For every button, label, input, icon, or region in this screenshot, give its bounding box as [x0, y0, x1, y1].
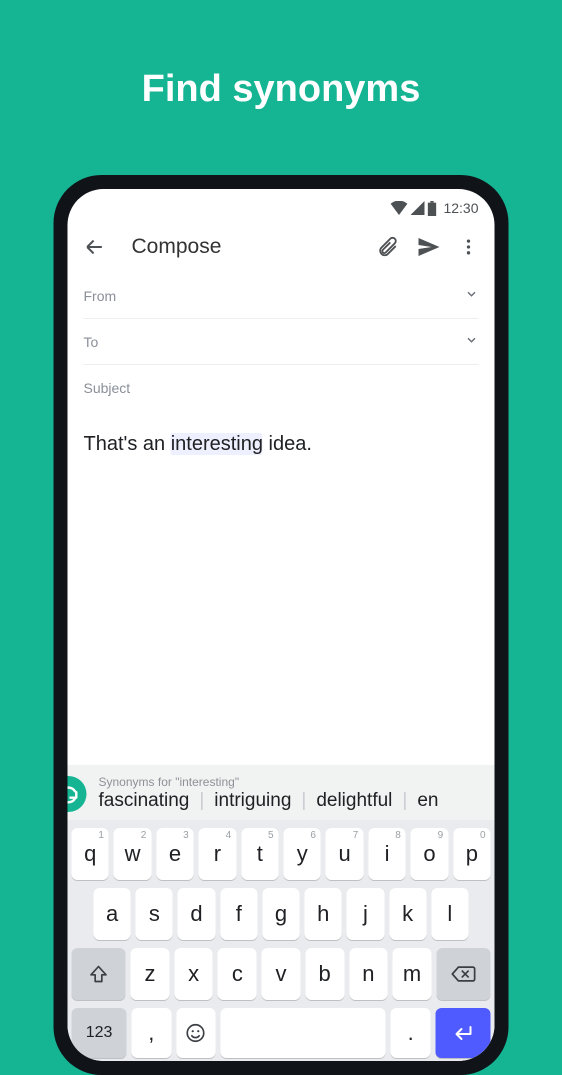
letter-key[interactable]: j: [347, 888, 384, 940]
letter-key[interactable]: a: [94, 888, 131, 940]
letter-key[interactable]: c: [218, 948, 257, 1000]
send-button[interactable]: [417, 235, 441, 259]
grammarly-icon: [68, 783, 80, 805]
letter-key[interactable]: t5: [241, 828, 278, 880]
compose-topbar: Compose: [68, 221, 495, 273]
chevron-down-icon: [465, 333, 479, 347]
letter-key[interactable]: w2: [114, 828, 151, 880]
synonym-option[interactable]: intriguing: [204, 790, 301, 812]
compose-title: Compose: [132, 235, 359, 259]
keyboard: q1w2e3r4t5y6u7i8o9p0 asdfghjkl zxcvbnm 1…: [68, 820, 495, 1061]
promo-title: Find synonyms: [0, 68, 562, 111]
letter-key[interactable]: h: [305, 888, 342, 940]
subject-field[interactable]: Subject: [84, 365, 479, 411]
letter-key[interactable]: s: [136, 888, 173, 940]
synonym-suggestion-bar: Synonyms for "interesting" fascinating| …: [68, 765, 495, 820]
letter-key[interactable]: o9: [411, 828, 448, 880]
synonym-option[interactable]: fascinating: [99, 790, 200, 812]
period-key[interactable]: .: [391, 1008, 430, 1058]
from-field[interactable]: From: [84, 273, 479, 319]
synonym-list: fascinating| intriguing| delightful| en: [99, 790, 495, 812]
back-button[interactable]: [84, 236, 106, 258]
letter-key[interactable]: v: [262, 948, 301, 1000]
paperclip-icon: [377, 236, 399, 258]
header-fields: From To Subject: [68, 273, 495, 411]
backspace-key[interactable]: [436, 948, 490, 1000]
letter-key[interactable]: l: [431, 888, 468, 940]
emoji-key[interactable]: [176, 1008, 215, 1058]
grammarly-logo[interactable]: [68, 776, 87, 812]
enter-key[interactable]: [435, 1008, 490, 1058]
status-time: 12:30: [443, 200, 478, 216]
phone-frame: 12:30 Compose From: [54, 175, 509, 1075]
shift-icon: [89, 964, 109, 984]
space-key[interactable]: [220, 1008, 385, 1058]
send-icon: [417, 235, 441, 259]
body-pre: That's an: [84, 433, 171, 455]
backspace-icon: [451, 964, 475, 984]
letter-key[interactable]: d: [178, 888, 215, 940]
synonym-heading: Synonyms for "interesting": [99, 775, 495, 789]
chevron-down-icon: [465, 287, 479, 301]
letter-key[interactable]: e3: [156, 828, 193, 880]
phone-screen: 12:30 Compose From: [68, 189, 495, 1061]
more-vert-icon: [459, 237, 479, 257]
letter-key[interactable]: m: [393, 948, 432, 1000]
to-field[interactable]: To: [84, 319, 479, 365]
comma-key[interactable]: ,: [132, 1008, 171, 1058]
battery-icon: [427, 201, 436, 216]
letter-key[interactable]: r4: [199, 828, 236, 880]
wifi-icon: [390, 201, 407, 215]
numbers-key[interactable]: 123: [72, 1008, 127, 1058]
synonym-option[interactable]: delightful: [306, 790, 402, 812]
body-post: idea.: [263, 433, 312, 455]
emoji-icon: [185, 1022, 207, 1044]
to-expand[interactable]: [465, 333, 479, 350]
from-expand[interactable]: [465, 287, 479, 304]
shift-key[interactable]: [72, 948, 126, 1000]
body-highlight: interesting: [171, 433, 263, 455]
letter-key[interactable]: u7: [326, 828, 363, 880]
letter-key[interactable]: y6: [284, 828, 321, 880]
compose-body[interactable]: That's an interesting idea.: [68, 411, 495, 478]
enter-icon: [451, 1023, 475, 1043]
letter-key[interactable]: p0: [453, 828, 490, 880]
letter-key[interactable]: g: [262, 888, 299, 940]
subject-label: Subject: [84, 380, 131, 396]
overflow-button[interactable]: [459, 237, 479, 257]
letter-key[interactable]: q1: [72, 828, 109, 880]
letter-key[interactable]: x: [174, 948, 213, 1000]
letter-key[interactable]: z: [131, 948, 170, 1000]
letter-key[interactable]: n: [349, 948, 388, 1000]
status-bar: 12:30: [68, 189, 495, 221]
to-label: To: [84, 334, 99, 350]
from-label: From: [84, 288, 117, 304]
letter-key[interactable]: b: [305, 948, 344, 1000]
letter-key[interactable]: k: [389, 888, 426, 940]
synonym-option[interactable]: en: [407, 790, 448, 812]
letter-key[interactable]: i8: [368, 828, 405, 880]
back-arrow-icon: [84, 236, 106, 258]
signal-icon: [410, 201, 424, 215]
attach-button[interactable]: [377, 236, 399, 258]
letter-key[interactable]: f: [220, 888, 257, 940]
